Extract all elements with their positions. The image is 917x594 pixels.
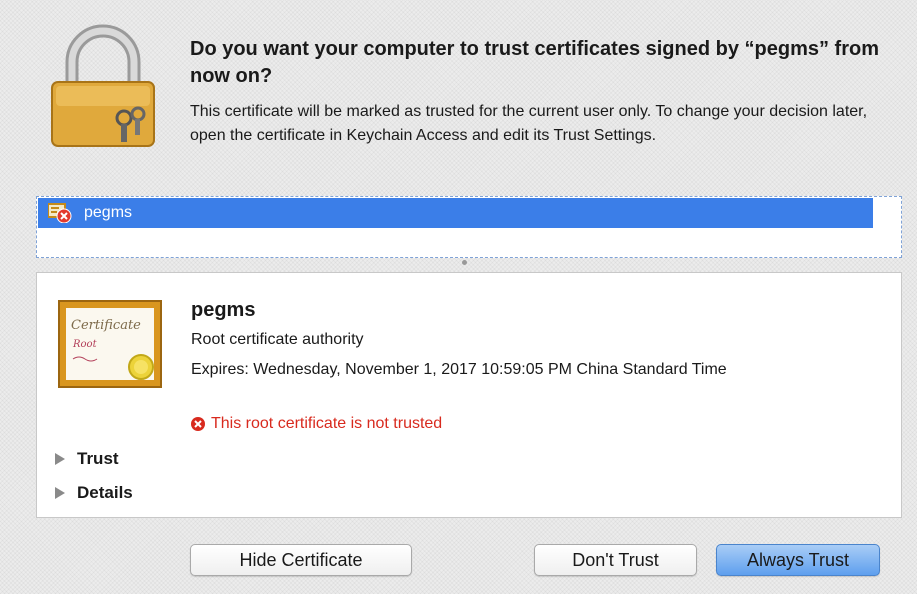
- certificate-expiration: Expires: Wednesday, November 1, 2017 10:…: [191, 361, 727, 378]
- certificate-icon: Certificate Root: [58, 300, 162, 388]
- certificate-error-icon: [48, 203, 72, 223]
- certificate-kind: Root certificate authority: [191, 331, 364, 348]
- certificate-trust-status: This root certificate is not trusted: [191, 415, 442, 433]
- certificate-list[interactable]: pegms: [36, 196, 902, 258]
- certificate-list-item-label: pegms: [84, 204, 133, 221]
- trust-disclosure[interactable]: Trust: [55, 449, 119, 469]
- certificate-name: pegms: [191, 299, 256, 321]
- dont-trust-button[interactable]: Don't Trust: [534, 544, 697, 576]
- splitter-handle[interactable]: [462, 260, 467, 265]
- certificate-image-subtitle: Root: [72, 339, 98, 350]
- certificate-trust-status-text: This root certificate is not trusted: [211, 415, 443, 432]
- details-disclosure-label: Details: [77, 483, 133, 502]
- certificate-list-item-selected[interactable]: pegms: [38, 198, 873, 228]
- padlock-with-keys-icon: [51, 24, 155, 147]
- certificate-detail-pane: Certificate Root pegms Root certificate …: [36, 272, 902, 518]
- hide-certificate-button[interactable]: Hide Certificate: [190, 544, 412, 576]
- trust-disclosure-label: Trust: [77, 449, 119, 468]
- disclosure-triangle-icon: [55, 453, 65, 465]
- dialog-title: Do you want your computer to trust certi…: [190, 38, 879, 87]
- certificate-image-title: Certificate: [71, 318, 141, 333]
- error-icon: [191, 417, 205, 431]
- dialog-message: This certificate will be marked as trust…: [190, 103, 868, 144]
- details-disclosure[interactable]: Details: [55, 483, 133, 503]
- always-trust-button[interactable]: Always Trust: [716, 544, 880, 576]
- disclosure-triangle-icon: [55, 487, 65, 499]
